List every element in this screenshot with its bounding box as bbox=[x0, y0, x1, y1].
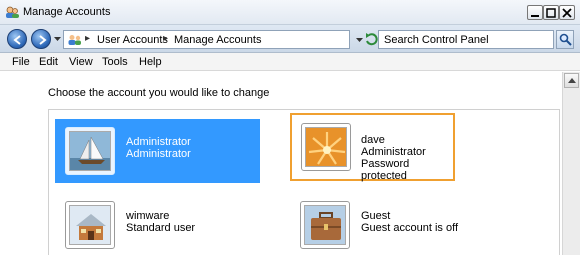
minimize-button[interactable] bbox=[527, 5, 543, 20]
breadcrumb-user-accounts[interactable]: User Accounts bbox=[97, 34, 168, 46]
account-picture bbox=[65, 127, 115, 175]
scroll-up-button[interactable] bbox=[564, 73, 579, 88]
account-name: dave bbox=[361, 134, 385, 146]
account-name: Administrator bbox=[126, 136, 191, 148]
account-details: Administrator Administrator bbox=[126, 136, 191, 160]
address-bar[interactable]: ▸ User Accounts ▸ Manage Accounts bbox=[63, 30, 350, 49]
maximize-icon bbox=[546, 8, 556, 18]
window-title: Manage Accounts bbox=[23, 6, 111, 18]
account-picture bbox=[65, 201, 115, 249]
forward-button[interactable] bbox=[31, 29, 51, 49]
briefcase-picture-icon bbox=[305, 206, 345, 244]
address-toolbar: ▸ User Accounts ▸ Manage Accounts Search… bbox=[0, 25, 580, 53]
user-accounts-icon bbox=[6, 6, 19, 18]
account-type: Administrator bbox=[126, 148, 191, 160]
close-icon bbox=[562, 8, 572, 18]
account-picture bbox=[301, 123, 351, 171]
account-name: Guest bbox=[361, 210, 391, 222]
arrow-right-icon bbox=[39, 35, 47, 45]
flower-picture-icon bbox=[306, 128, 346, 166]
arrow-left-icon bbox=[13, 35, 21, 45]
cabin-picture-icon bbox=[70, 206, 110, 244]
account-type: Standard user bbox=[126, 222, 196, 234]
maximize-button[interactable] bbox=[543, 5, 559, 20]
chevron-up-icon bbox=[568, 78, 576, 83]
account-status: Password protected bbox=[361, 158, 410, 182]
sailboat-picture-icon bbox=[70, 132, 110, 170]
account-details: dave Administrator Password protected bbox=[361, 134, 453, 182]
menu-help[interactable]: Help bbox=[139, 56, 162, 68]
menu-file[interactable]: File bbox=[12, 56, 30, 68]
title-bar: Manage Accounts bbox=[0, 0, 580, 25]
search-icon bbox=[559, 33, 572, 46]
account-details: wimware Standard user bbox=[126, 210, 195, 234]
search-placeholder: Search Control Panel bbox=[384, 34, 489, 46]
breadcrumb-separator[interactable]: ▸ bbox=[85, 33, 90, 44]
page-title: Choose the account you would like to cha… bbox=[48, 87, 270, 99]
account-details: Guest Guest account is off bbox=[361, 210, 458, 234]
account-status: Guest account is off bbox=[361, 222, 459, 234]
control-panel-icon bbox=[68, 35, 81, 45]
menu-bar: File Edit View Tools Help bbox=[0, 53, 580, 71]
account-picture bbox=[300, 201, 350, 249]
account-administrator[interactable]: Administrator Administrator bbox=[55, 119, 260, 183]
vertical-scrollbar[interactable] bbox=[562, 72, 580, 255]
account-name: wimware bbox=[126, 210, 170, 222]
account-type: Administrator bbox=[361, 146, 426, 158]
breadcrumb-separator[interactable]: ▸ bbox=[163, 33, 168, 44]
minimize-icon bbox=[531, 15, 539, 17]
search-input[interactable]: Search Control Panel bbox=[378, 30, 554, 49]
breadcrumb-manage-accounts[interactable]: Manage Accounts bbox=[174, 34, 261, 46]
menu-view[interactable]: View bbox=[69, 56, 93, 68]
close-button[interactable] bbox=[559, 5, 575, 20]
search-button[interactable] bbox=[556, 30, 574, 49]
menu-edit[interactable]: Edit bbox=[39, 56, 58, 68]
account-wimware[interactable]: wimware Standard user bbox=[55, 193, 260, 255]
account-dave[interactable]: dave Administrator Password protected bbox=[290, 113, 455, 182]
back-button[interactable] bbox=[7, 29, 27, 49]
recent-pages-chevron-icon[interactable] bbox=[54, 37, 61, 42]
account-guest[interactable]: Guest Guest account is off bbox=[290, 193, 495, 255]
menu-tools[interactable]: Tools bbox=[102, 56, 128, 68]
